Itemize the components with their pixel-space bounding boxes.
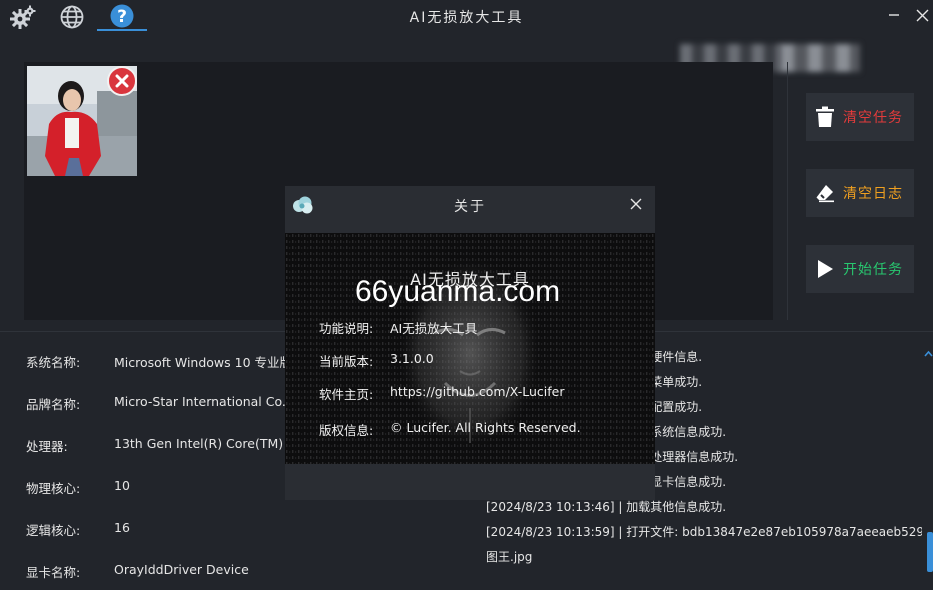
info-row: 品牌名称: Micro-Star International Co., Ltd. [26, 394, 286, 414]
close-icon [916, 9, 928, 21]
log-line: [2024/8/23 10:13:59] | 打开文件: bdb13847e2e… [486, 525, 922, 539]
panel-divider [787, 62, 788, 320]
homepage-link[interactable]: https://github.com/X-Lucifer [390, 384, 564, 403]
start-task-button[interactable]: 开始任务 [806, 245, 914, 293]
log-line: 图王.jpg [486, 550, 533, 564]
about-close-button[interactable] [628, 196, 644, 212]
about-value: © Lucifer. All Rights Reserved. [390, 420, 581, 435]
info-value: OrayIddDriver Device [114, 562, 249, 577]
about-dialog-footer [285, 464, 655, 500]
info-row: 系统名称: Microsoft Windows 10 专业版 [26, 352, 286, 372]
system-info-panel: 系统名称: Microsoft Windows 10 专业版 品牌名称: Mic… [0, 340, 286, 590]
info-row: 处理器: 13th Gen Intel(R) Core(TM) i5-13600… [26, 436, 286, 456]
info-label: 逻辑核心: [26, 523, 81, 538]
info-value: 16 [114, 520, 130, 535]
info-label: 显卡名称: [26, 565, 81, 580]
start-task-label: 开始任务 [843, 262, 903, 278]
about-row: 当前版本: 3.1.0.0 [319, 351, 434, 370]
info-value: Micro-Star International Co., Ltd. [114, 394, 286, 409]
info-label: 系统名称: [26, 355, 81, 370]
minimize-button[interactable] [882, 4, 906, 26]
info-row: 物理核心: 10 [26, 478, 130, 498]
info-row: 逻辑核心: 16 [26, 520, 130, 540]
about-dialog-body: AI无损放大工具 66yuanma.com 功能说明: AI无损放大工具 当前版… [285, 233, 655, 464]
close-window-button[interactable] [910, 4, 933, 26]
play-icon [818, 260, 833, 278]
minimize-icon [889, 14, 899, 16]
info-value: Microsoft Windows 10 专业版 [114, 355, 286, 370]
about-value: 3.1.0.0 [390, 351, 434, 366]
eraser-icon [816, 185, 834, 203]
log-scroll-thumb[interactable] [927, 532, 933, 572]
about-label: 当前版本: [319, 354, 374, 369]
about-label: 功能说明: [319, 321, 374, 336]
about-row: 功能说明: AI无损放大工具 [319, 318, 477, 337]
info-label: 物理核心: [26, 481, 81, 496]
clear-log-button[interactable]: 清空日志 [806, 169, 914, 217]
remove-image-button[interactable] [107, 66, 137, 96]
log-line: [2024/8/23 10:13:46] | 加载其他信息成功. [486, 500, 727, 514]
about-label: 版权信息: [319, 423, 374, 438]
trash-icon [816, 106, 834, 127]
clear-tasks-button[interactable]: 清空任务 [806, 93, 914, 141]
about-row: 版权信息: © Lucifer. All Rights Reserved. [319, 420, 581, 439]
watermark-text: 66yuanma.com [355, 275, 561, 308]
info-label: 处理器: [26, 439, 68, 454]
redacted-area [780, 44, 860, 72]
about-row: 软件主页: https://github.com/X-Lucifer [319, 384, 564, 403]
close-icon [630, 198, 642, 210]
about-dialog-title: 关于 [454, 199, 486, 215]
app-title: AI无损放大工具 [409, 10, 524, 26]
close-icon [115, 74, 129, 88]
title-bar: ? AI无损放大工具 [0, 0, 933, 36]
info-value: 10 [114, 478, 130, 493]
about-value: AI无损放大工具 [390, 321, 478, 336]
clear-tasks-label: 清空任务 [843, 110, 903, 126]
about-label: 软件主页: [319, 387, 374, 402]
info-row: 显卡名称: OrayIddDriver Device [26, 562, 249, 582]
info-label: 品牌名称: [26, 397, 81, 412]
clear-log-label: 清空日志 [843, 186, 903, 202]
info-value: 13th Gen Intel(R) Core(TM) i5-13600KF [114, 436, 286, 451]
chevron-up-icon [924, 350, 933, 357]
